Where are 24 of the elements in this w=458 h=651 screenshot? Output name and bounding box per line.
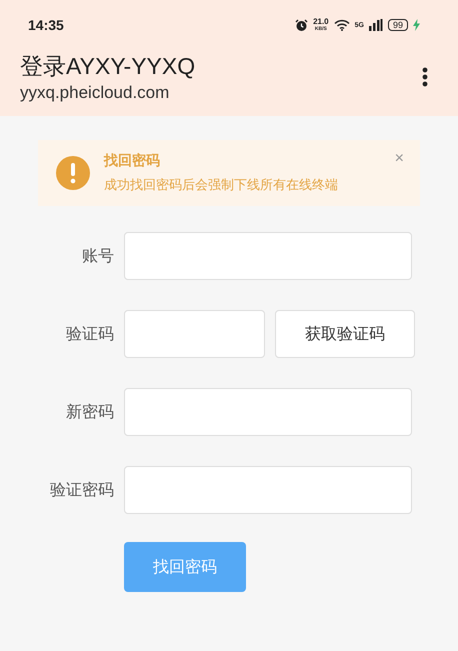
charging-icon — [413, 19, 420, 31]
get-code-button[interactable]: 获取验证码 — [275, 310, 415, 358]
network-speed: 21.0 — [313, 18, 329, 26]
input-field[interactable] — [124, 232, 412, 280]
warning-icon — [56, 156, 90, 190]
more-options-icon[interactable] — [422, 67, 428, 87]
wifi-icon — [334, 19, 350, 31]
close-button[interactable]: × — [394, 150, 404, 168]
page-url: yyxq.pheicloud.com — [20, 82, 170, 104]
battery-level: 99 — [388, 19, 408, 31]
signal-icon — [368, 19, 383, 31]
field-label: 新密码 — [65, 402, 114, 422]
submit-button[interactable]: 找回密码 — [124, 542, 246, 592]
field-label: 验证码 — [65, 324, 114, 344]
field-label: 验证密码 — [49, 480, 114, 500]
alert-title: 找回密码 — [104, 152, 160, 170]
input-field[interactable] — [124, 310, 265, 358]
input-field[interactable] — [124, 388, 412, 436]
page-title: 登录AYXY-YYXQ — [20, 52, 196, 81]
field-label: 账号 — [81, 246, 114, 266]
alarm-clock-icon — [295, 18, 308, 32]
input-field[interactable] — [124, 466, 412, 514]
alert-message: 成功找回密码后会强制下线所有在线终端 — [104, 177, 338, 194]
status-time: 14:35 — [28, 17, 64, 33]
